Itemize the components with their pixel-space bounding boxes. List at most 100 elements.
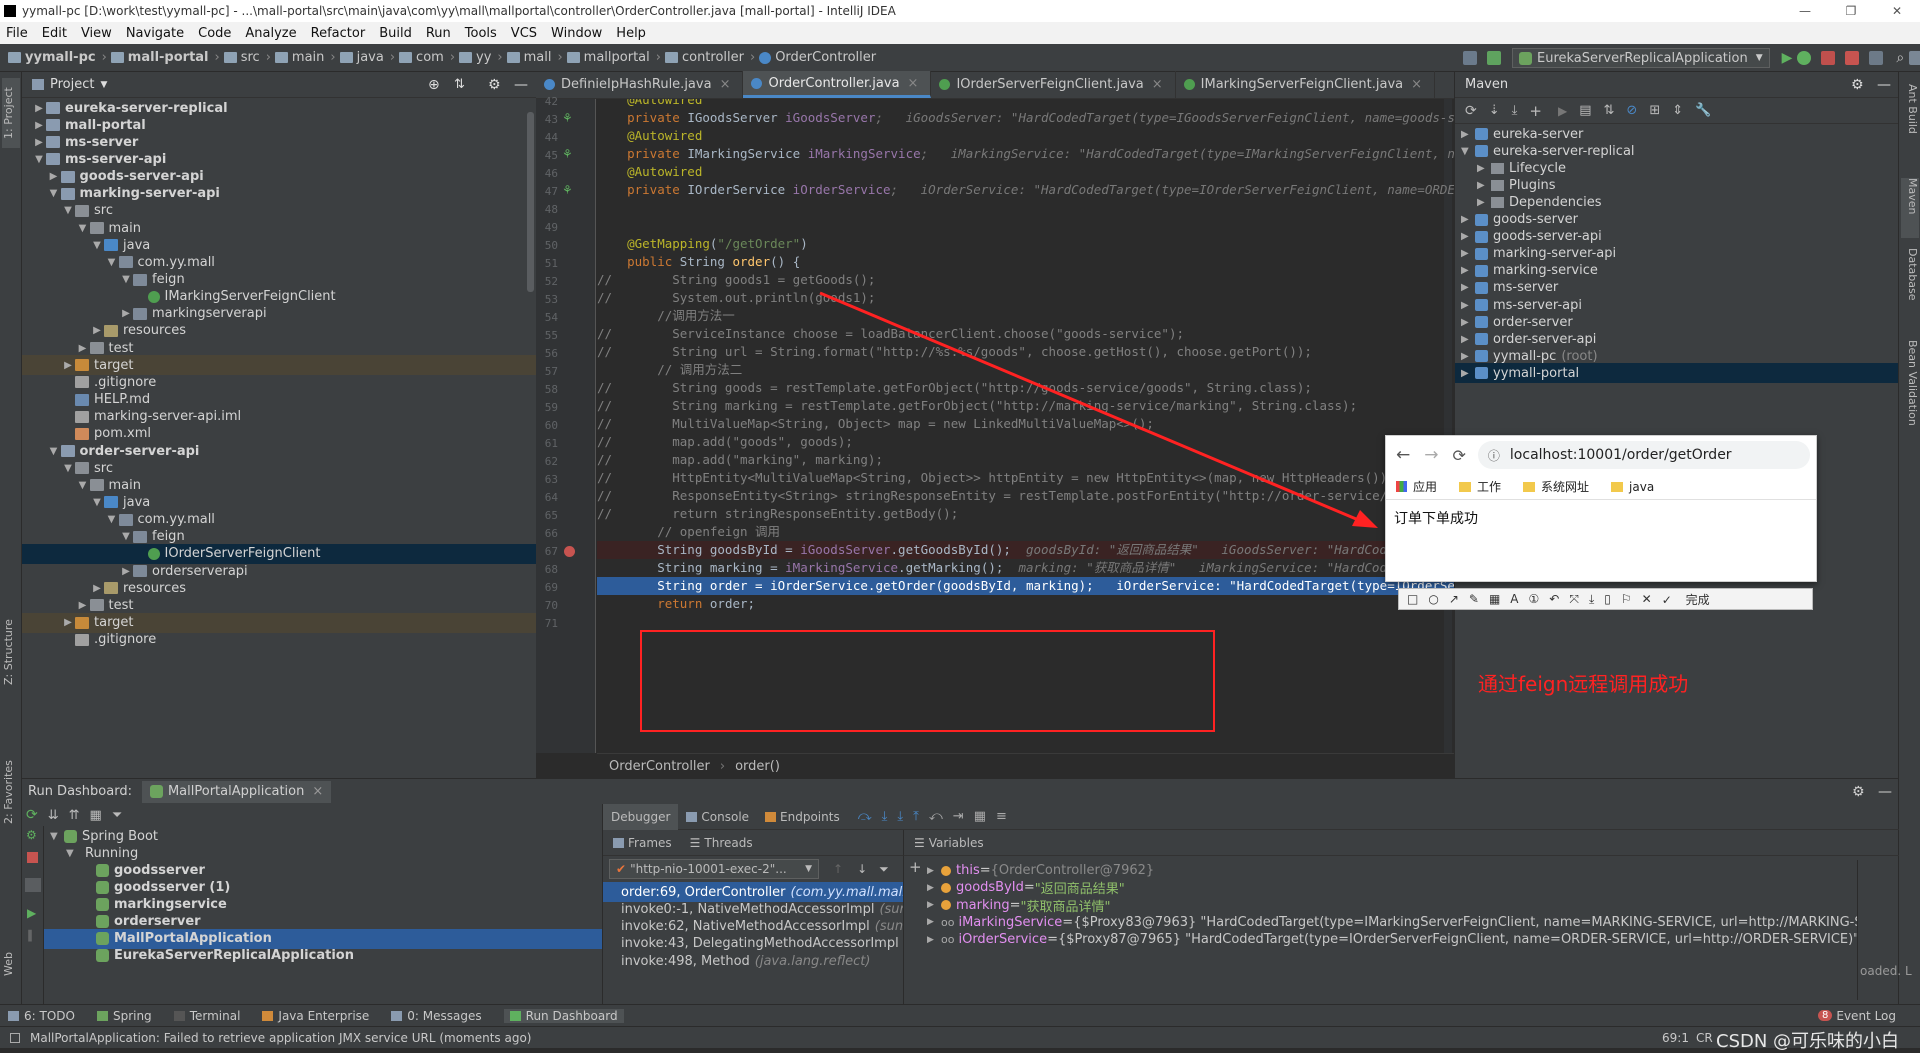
code-line[interactable]: return order; (597, 595, 1454, 613)
filter-icon[interactable]: ⏷ (879, 862, 889, 877)
collapsed-arrow-icon[interactable]: ▶ (1461, 368, 1475, 379)
collapsed-arrow-icon[interactable]: ▶ (1477, 197, 1491, 208)
database-tool-tab[interactable]: Database (1901, 248, 1919, 328)
code-line[interactable]: // ServiceInstance choose = loadBalancer… (597, 325, 1454, 343)
collapsed-arrow-icon[interactable]: ▶ (1461, 231, 1475, 242)
collapsed-arrow-icon[interactable]: ▶ (32, 120, 46, 131)
breadcrumb-item[interactable]: mallportal › (566, 50, 661, 65)
menu-item-vcs[interactable]: VCS (511, 26, 537, 41)
down-arrow-icon[interactable]: ↓ (857, 862, 867, 876)
collapsed-arrow-icon[interactable]: ▶ (1461, 334, 1475, 345)
collapsed-arrow-icon[interactable]: ▶ (927, 900, 941, 910)
up-arrow-icon[interactable]: ↑ (833, 862, 843, 876)
thread-select[interactable]: ✔ "http-nio-10001-exec-2"... ▼ (609, 859, 819, 879)
code-line[interactable] (597, 613, 1454, 631)
code-line[interactable]: public String order() { (597, 253, 1454, 271)
close-tab-icon[interactable]: × (1152, 77, 1163, 92)
bottom-tab[interactable]: Java Enterprise (262, 1009, 369, 1023)
collapsed-arrow-icon[interactable]: ▶ (119, 566, 133, 577)
ellipse-tool-icon[interactable]: ○ (1428, 592, 1438, 606)
code-line[interactable] (597, 217, 1454, 235)
breadcrumb-item[interactable]: mall › (506, 50, 563, 65)
bookmark-item[interactable]: 系统网址 (1523, 478, 1589, 495)
add-watch-icon[interactable]: + (909, 858, 922, 876)
build-hammer-icon[interactable] (1487, 51, 1501, 65)
menu-item-run[interactable]: Run (426, 26, 451, 41)
editor-tab[interactable]: IMarkingServerFeignClient.java × (1176, 71, 1436, 98)
reload-icon[interactable]: ⟳ (1453, 446, 1466, 465)
mosaic-tool-icon[interactable]: ▦ (1489, 592, 1500, 606)
bottom-tab[interactable]: 6: TODO (8, 1009, 75, 1023)
structure-tool-tab[interactable]: Z: Structure (2, 612, 20, 692)
trace-icon[interactable]: ≡ (996, 809, 1007, 824)
code-line[interactable]: // String marking = restTemplate.getForO… (597, 397, 1454, 415)
editor-tab[interactable]: IOrderServerFeignClient.java × (931, 71, 1176, 98)
collapsed-arrow-icon[interactable]: ▶ (1461, 129, 1475, 140)
settings-icon[interactable] (1909, 51, 1920, 65)
bookmark-icon[interactable]: ⚐ (1621, 592, 1632, 606)
close-icon[interactable]: ✕ (1874, 0, 1920, 22)
breadcrumb-item[interactable]: yymall-pc › (8, 50, 107, 65)
collapsed-arrow-icon[interactable]: ▶ (1461, 351, 1475, 362)
collapsed-arrow-icon[interactable]: ▶ (47, 171, 61, 182)
step-into-icon[interactable]: ⤓ (882, 809, 888, 824)
breadcrumb-item[interactable]: OrderController (759, 50, 876, 65)
generate-sources-icon[interactable]: ⇣ (1489, 103, 1500, 118)
evaluate-icon[interactable]: ▦ (974, 809, 986, 824)
expanded-arrow-icon[interactable]: ▼ (90, 240, 104, 251)
code-line[interactable]: @Autowired (597, 163, 1454, 181)
address-bar[interactable]: ⓘ localhost:10001/order/getOrder (1477, 441, 1810, 469)
add-icon[interactable]: + (1529, 102, 1542, 120)
breadcrumb-item[interactable]: com › (399, 50, 455, 65)
reload-icon[interactable]: ⟳ (1465, 103, 1477, 119)
collapsed-arrow-icon[interactable]: ▶ (61, 360, 75, 371)
group-icon[interactable]: ▦ (90, 808, 102, 823)
resume-icon[interactable]: ▶ (27, 906, 36, 920)
collapse-all-icon[interactable]: ⇈ (69, 808, 80, 823)
coverage-icon[interactable] (1821, 51, 1836, 65)
collapse-icon[interactable]: ⇅ (454, 77, 465, 92)
collapsed-arrow-icon[interactable]: ▶ (927, 917, 941, 927)
menu-item-view[interactable]: View (81, 26, 112, 41)
stop-icon[interactable] (1845, 51, 1860, 65)
stop-icon[interactable] (27, 852, 38, 863)
skip-tests-icon[interactable]: ⊘ (1626, 103, 1637, 118)
forward-arrow-icon[interactable]: → (1424, 445, 1438, 465)
code-line[interactable]: // map.add("marking", marking); (597, 451, 1454, 469)
code-line[interactable]: // map.add("goods", goods); (597, 433, 1454, 451)
number-tool-icon[interactable]: ① (1529, 592, 1540, 606)
undo-icon[interactable]: ↶ (1549, 592, 1559, 606)
collapsed-arrow-icon[interactable]: ▶ (1461, 282, 1475, 293)
collapsed-arrow-icon[interactable]: ▶ (1461, 248, 1475, 259)
gear-icon[interactable]: ⚙ (1852, 784, 1865, 800)
close-tab-icon[interactable]: × (1411, 77, 1422, 92)
menu-item-analyze[interactable]: Analyze (245, 26, 296, 41)
close-tab-icon[interactable]: × (908, 76, 919, 91)
collapsed-arrow-icon[interactable]: ▶ (76, 600, 90, 611)
gear-icon[interactable]: ⚙ (1851, 77, 1864, 93)
code-line[interactable]: // openfeign 调用 (597, 523, 1454, 541)
run-to-cursor-icon[interactable]: ⇥ (953, 809, 964, 824)
expanded-arrow-icon[interactable]: ▼ (90, 497, 104, 508)
code-line[interactable]: String order = iOrderService.getOrder(go… (597, 577, 1454, 595)
hide-panel-icon[interactable]: — (1878, 784, 1892, 800)
minimize-icon[interactable]: — (1782, 0, 1828, 22)
menu-item-build[interactable]: Build (379, 26, 412, 41)
search-icon[interactable]: ⌕ (1896, 50, 1904, 66)
back-arrow-icon[interactable]: ← (1396, 445, 1410, 465)
tree-row[interactable]: .gitignore (22, 630, 536, 650)
debugger-tab[interactable]: Debugger (603, 803, 679, 830)
menu-item-help[interactable]: Help (616, 26, 646, 41)
run-icon[interactable]: ▶ (1782, 50, 1793, 66)
code-line[interactable]: // String goods1 = getGoods(); (597, 271, 1454, 289)
expanded-arrow-icon[interactable]: ▼ (119, 274, 133, 285)
threads-tab[interactable]: Threads (704, 836, 752, 850)
save-icon[interactable]: ⤓ (1589, 592, 1594, 607)
code-line[interactable]: // String url = String.format("http://%s… (597, 343, 1454, 361)
text-tool-icon[interactable]: A (1510, 592, 1518, 606)
rerun-icon[interactable]: ⟳ (26, 807, 38, 823)
breadcrumb-class[interactable]: OrderController (609, 759, 710, 774)
collapsed-arrow-icon[interactable]: ▶ (1461, 300, 1475, 311)
expanded-arrow-icon[interactable]: ▼ (76, 480, 90, 491)
code-line[interactable]: @Autowired (597, 99, 1454, 109)
